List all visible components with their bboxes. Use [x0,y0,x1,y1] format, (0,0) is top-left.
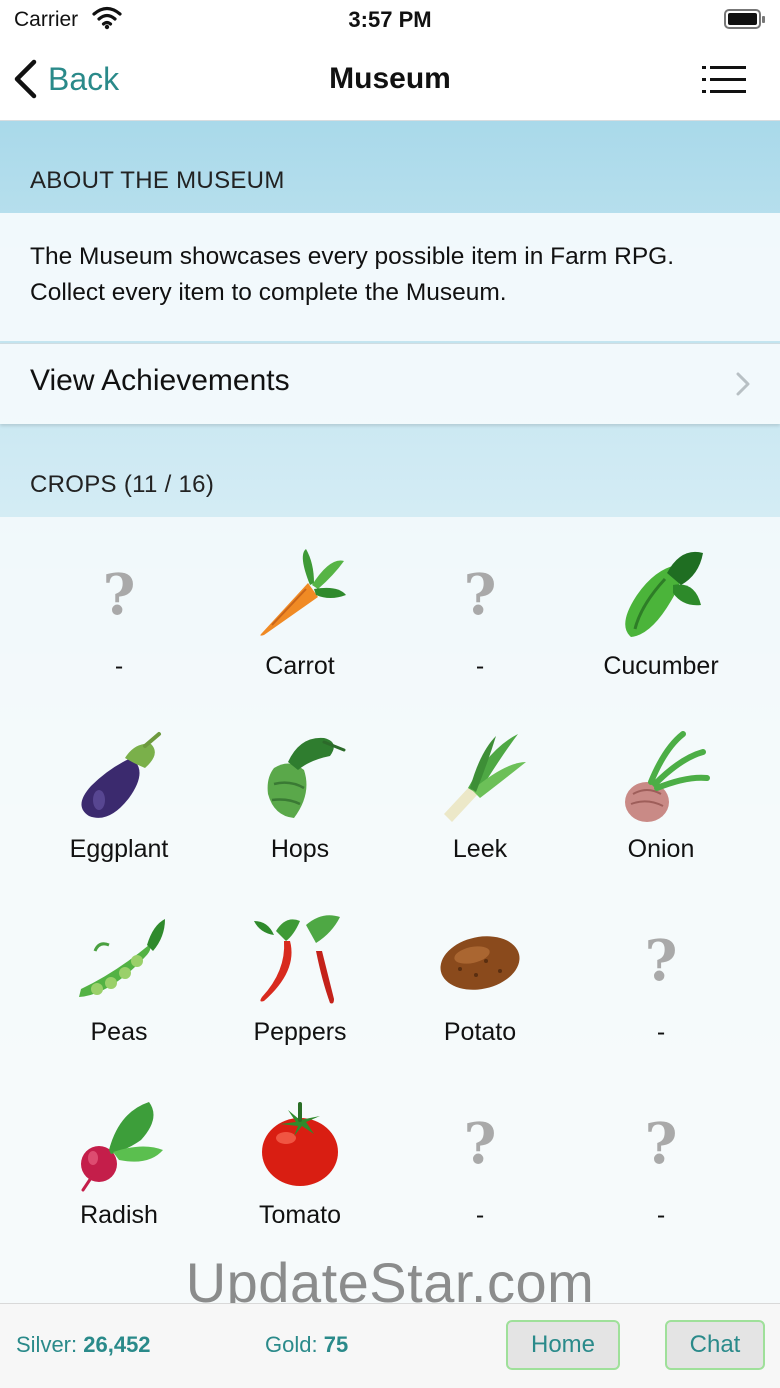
peas-icon [79,919,165,997]
silver-label: Silver: [16,1332,78,1357]
crop-name: - [114,652,124,680]
crop-item-unknown[interactable]: ? - [390,1094,570,1232]
crop-name: Onion [627,835,695,863]
crop-item-unknown[interactable]: ? - [390,545,570,683]
crop-name: - [475,652,485,680]
crop-name: Carrot [265,652,335,680]
crop-name: Peppers [253,1018,347,1046]
silver-value: 26,452 [83,1332,151,1357]
chat-button[interactable]: Chat [665,1320,765,1370]
silver-stat: Silver: 26,452 [16,1332,151,1358]
unknown-icon: ? [463,1111,497,1177]
crop-name: Tomato [259,1201,341,1229]
cucumber-icon [625,551,703,637]
view-achievements-row[interactable]: View Achievements [0,343,780,424]
gold-stat: Gold: 75 [265,1332,348,1358]
radish-icon [81,1102,163,1192]
crop-item-carrot[interactable]: Carrot [210,545,390,683]
potato-icon [440,936,520,990]
status-bar: Carrier 3:57 PM [0,0,780,40]
crop-item-eggplant[interactable]: Eggplant [29,728,209,866]
crop-name: - [475,1201,485,1229]
unknown-icon: ? [463,562,497,628]
crop-name: - [656,1018,666,1046]
crop-item-onion[interactable]: Onion [571,728,751,866]
crop-name: Eggplant [69,835,169,863]
crops-header: CROPS (11 / 16) [30,471,215,498]
crop-name: Cucumber [603,652,719,680]
eggplant-icon [81,732,161,818]
crop-item-peas[interactable]: Peas [29,911,209,1049]
unknown-icon: ? [644,928,678,994]
crop-name: Potato [443,1018,517,1046]
list-icon[interactable] [702,64,746,96]
crop-item-unknown[interactable]: ? - [571,911,751,1049]
crops-grid: ? - Carrot ? - Cucumber Eggplant Hops Le… [0,517,780,1303]
crop-item-tomato[interactable]: Tomato [210,1094,390,1232]
crop-item-peppers[interactable]: Peppers [210,911,390,1049]
crop-name: - [656,1201,666,1229]
crop-item-cucumber[interactable]: Cucumber [571,545,751,683]
view-achievements-label: View Achievements [30,364,290,397]
bottom-toolbar: Silver: 26,452 Gold: 75 Home Chat [0,1303,780,1388]
about-header: ABOUT THE MUSEUM [30,167,285,194]
crop-name: Peas [90,1018,148,1046]
carrot-icon [260,549,346,636]
crop-name: Leek [452,835,508,863]
tomato-icon [262,1102,338,1186]
battery-icon [724,9,765,29]
crop-item-unknown[interactable]: ? - [571,1094,751,1232]
gold-value: 75 [323,1332,349,1357]
about-text: The Museum showcases every possible item… [30,243,675,306]
about-card: The Museum showcases every possible item… [0,213,780,341]
home-button[interactable]: Home [506,1320,620,1370]
crop-item-leek[interactable]: Leek [390,728,570,866]
onion-icon [625,731,710,822]
unknown-icon: ? [644,1111,678,1177]
clock: 3:57 PM [348,7,432,32]
crop-item-radish[interactable]: Radish [29,1094,209,1232]
crop-item-potato[interactable]: Potato [390,911,570,1049]
crop-item-hops[interactable]: Hops [210,728,390,866]
page-title: Museum [329,62,451,95]
museum-content: ABOUT THE MUSEUM The Museum showcases ev… [0,121,780,1303]
crop-name: Hops [270,835,330,863]
gold-label: Gold: [265,1332,318,1357]
crop-name: Radish [80,1201,158,1229]
unknown-icon: ? [102,562,136,628]
chevron-right-icon [736,372,750,396]
navigation-bar: Back Museum [0,40,780,121]
crop-item-unknown[interactable]: ? - [29,545,209,683]
leek-icon [444,734,526,822]
hops-icon [267,737,346,818]
peppers-icon [254,915,340,1004]
